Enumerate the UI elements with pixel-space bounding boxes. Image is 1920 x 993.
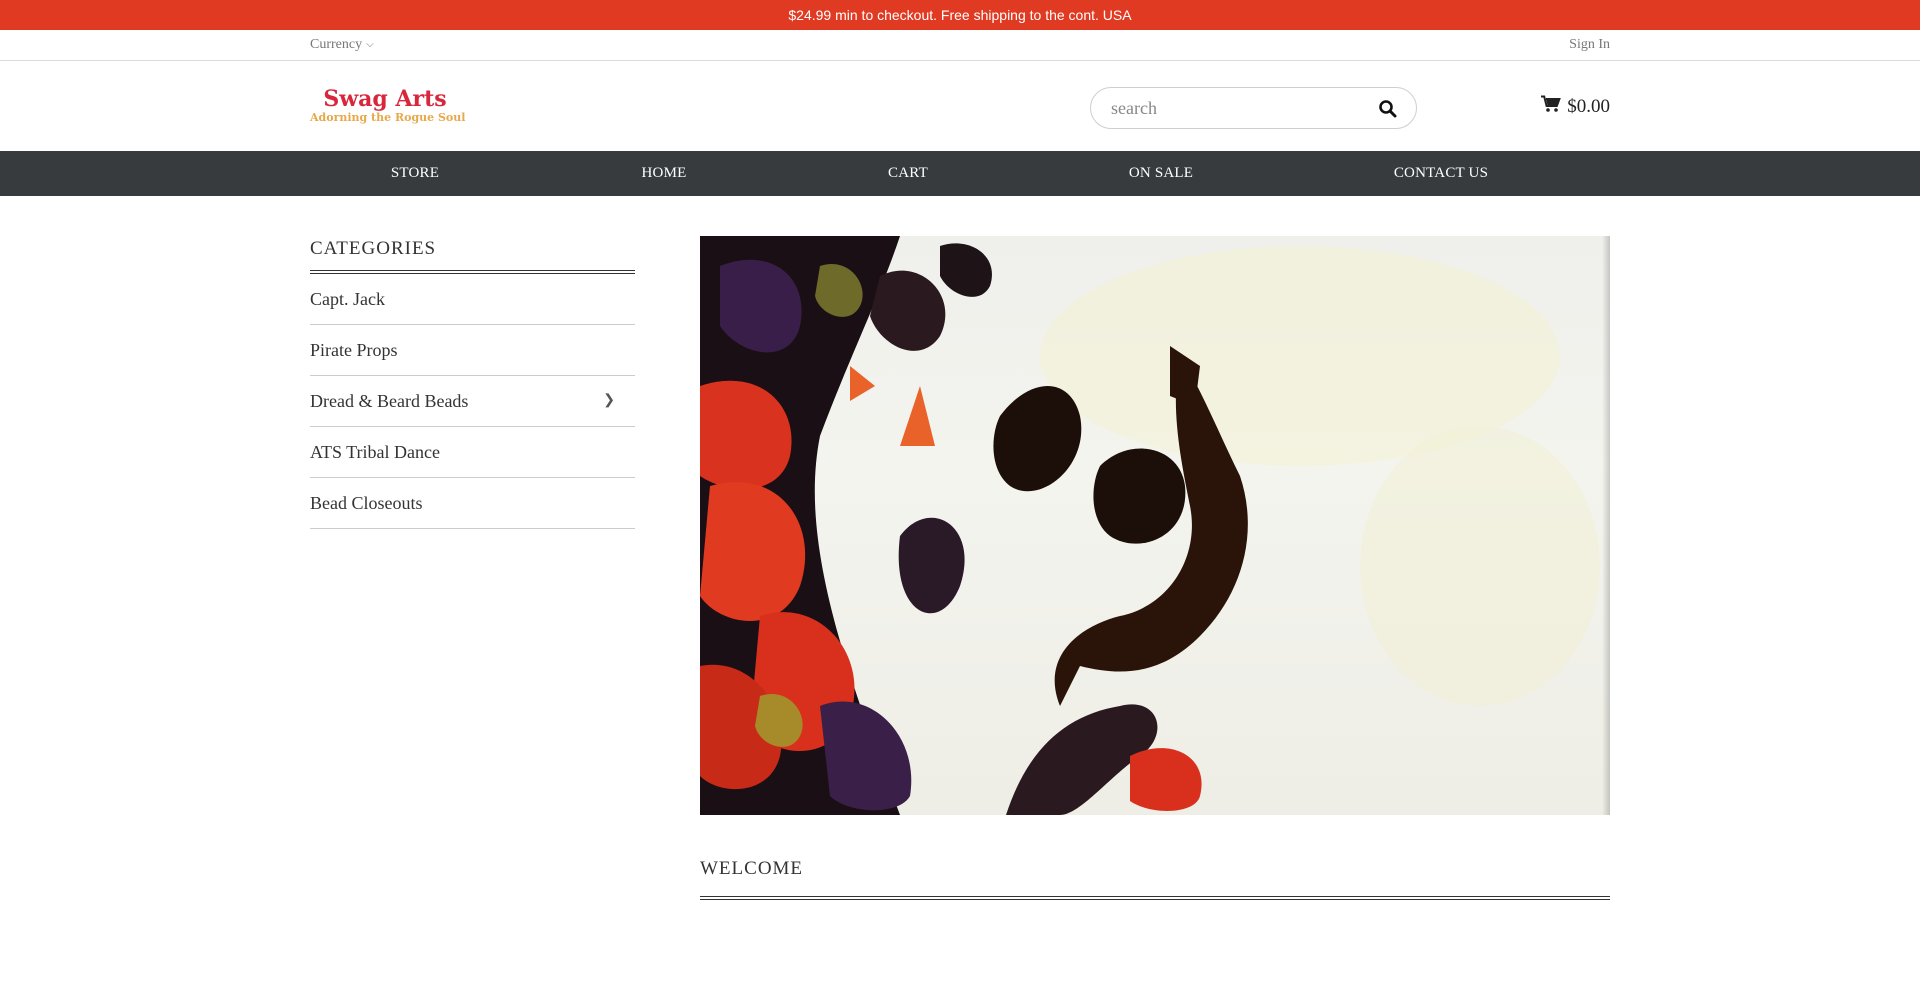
search-icon[interactable] [1378,99,1398,119]
categories-heading: CATEGORIES [310,224,635,274]
category-item-pirate-props[interactable]: Pirate Props [310,325,635,376]
logo-title: Swag Arts [323,86,447,112]
category-label: Pirate Props [310,340,398,360]
currency-label: Currency [310,37,363,52]
nav-home[interactable]: HOME [642,151,687,196]
sign-in-link[interactable]: Sign In [1569,30,1610,60]
utility-bar: Currency ⌵ Sign In [0,30,1920,61]
category-list: Capt. Jack Pirate Props Dread & Beard Be… [310,274,635,529]
category-item-ats-tribal-dance[interactable]: ATS Tribal Dance [310,427,635,478]
category-label: Capt. Jack [310,289,385,309]
hero-edge-shadow [1602,236,1610,815]
category-item-dread-beard-beads[interactable]: Dread & Beard Beads ❯ [310,376,635,427]
category-item-bead-closeouts[interactable]: Bead Closeouts [310,478,635,529]
nav-on-sale[interactable]: ON SALE [1129,151,1193,196]
welcome-heading: WELCOME [700,858,1610,900]
chevron-right-icon[interactable]: ❯ [603,376,615,426]
logo-tagline: Adorning the Rogue Soul [310,111,466,124]
chevron-down-icon: ⌵ [366,39,374,50]
site-header: Swag Arts Adorning the Rogue Soul $0.00 [0,61,1920,151]
nav-cart[interactable]: CART [888,151,928,196]
promo-text: $24.99 min to checkout. Free shipping to… [788,7,1132,23]
nav-contact-us[interactable]: CONTACT US [1394,151,1488,196]
category-sidebar: CATEGORIES Capt. Jack Pirate Props Dread… [310,236,635,529]
currency-dropdown[interactable]: Currency ⌵ [310,30,374,60]
category-label: Bead Closeouts [310,493,423,513]
nav-store[interactable]: STORE [391,151,439,196]
search-input[interactable] [1111,96,1361,120]
cart-total: $0.00 [1567,96,1610,117]
category-label: ATS Tribal Dance [310,442,440,462]
category-item-capt-jack[interactable]: Capt. Jack [310,274,635,325]
cart-icon [1541,95,1562,119]
hero-image [700,236,1610,815]
search-box [1090,87,1417,129]
site-logo[interactable]: Swag Arts Adorning the Rogue Soul [310,87,470,127]
cart-summary[interactable]: $0.00 [1541,95,1610,119]
category-label: Dread & Beard Beads [310,391,469,411]
main-nav: STORE HOME CART ON SALE CONTACT US [0,151,1920,196]
promo-banner: $24.99 min to checkout. Free shipping to… [0,0,1920,30]
skull-flowers-artwork [700,236,1600,815]
